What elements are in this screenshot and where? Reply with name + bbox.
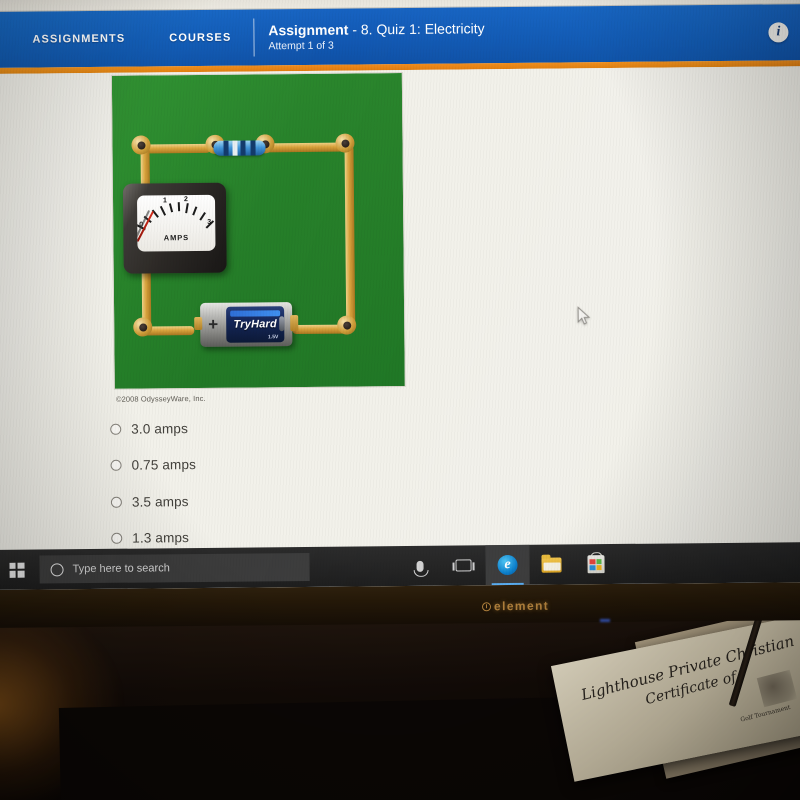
task-view-icon[interactable] [441,545,485,585]
nav-item-assignments[interactable]: ASSIGNMENTS [10,10,147,67]
mouse-cursor-icon [577,306,591,325]
answer-options-list: 3.0 amps 0.75 amps 3.5 amps 1.3 amps [110,407,531,557]
edge-browser-icon[interactable]: e [485,544,530,586]
terminal-node [131,135,151,155]
assignment-title-block: Assignment - 8. Quiz 1: Electricity Atte… [254,5,769,66]
search-placeholder: Type here to search [72,562,170,576]
assignment-title-bold: Assignment [268,21,349,39]
battery: + TryHard 1.5V [194,302,299,347]
file-explorer-icon[interactable] [529,544,573,584]
wire-segment [344,145,356,328]
answer-option-label: 3.5 amps [131,493,189,510]
ammeter-tick-2: 2 [183,196,188,204]
answer-option-label: 1.3 amps [132,530,190,546]
battery-stripe [230,310,281,317]
radio-button-icon[interactable] [110,423,122,435]
battery-plus-sign: + [208,314,219,334]
monitor-screen: …/student/assignment/index?erI=610509562… [0,0,800,590]
certificate-seal-icon [756,669,798,708]
assignment-title: Assignment - 8. Quiz 1: Electricity [268,17,768,38]
windows-taskbar: Type here to search e [0,542,800,590]
photo-of-monitor: Lighthouse Private Christian Certificate… [0,0,800,800]
cortana-circle-icon[interactable] [50,562,64,576]
terminal-node [335,133,355,153]
battery-terminal-negative [290,315,299,332]
image-copyright: ©2008 OdysseyWare, Inc. [115,393,206,404]
question-circuit-image: 0 1 2 3 AMPS + TryH [110,72,406,390]
ammeter-face: 0 1 2 3 AMPS [136,194,216,252]
taskbar-icon-group: e [397,544,617,586]
wire-segment [140,143,211,154]
radio-button-icon[interactable] [110,459,122,472]
app-header: ASSIGNMENTS COURSES Assignment - 8. Quiz… [0,4,800,68]
attempt-label: Attempt 1 of 3 [268,39,334,53]
terminal-node [133,317,153,337]
battery-brand-label: TryHard [233,318,277,331]
power-led-indicator [600,619,610,622]
battery-voltage-label: 1.5V [268,334,279,341]
answer-option-label: 0.75 amps [131,457,197,473]
nav-item-courses[interactable]: COURSES [147,9,254,66]
element-logo-icon [481,601,492,611]
answer-option-3[interactable]: 3.5 amps [110,480,531,521]
monitor-brand-label: element [493,598,550,614]
start-button[interactable] [0,550,40,590]
resistor-icon [213,140,266,156]
microsoft-store-icon[interactable] [573,544,617,584]
ammeter-unit-label: AMPS [163,233,190,243]
terminal-node [337,315,357,335]
info-icon[interactable]: i [768,22,789,43]
search-input[interactable]: Type here to search [39,552,310,584]
battery-terminal-positive [194,316,203,331]
edge-glyph: e [497,554,518,576]
answer-option-1[interactable]: 3.0 amps [110,407,530,448]
windows-logo-icon [8,562,25,578]
ammeter: 0 1 2 3 AMPS [122,182,227,274]
ammeter-tick-3: 3 [207,218,212,226]
header-nav: ASSIGNMENTS COURSES [0,9,254,68]
ammeter-tick-1: 1 [162,197,167,205]
battery-label-panel: TryHard 1.5V [226,306,285,343]
quiz-page-body: 0 1 2 3 AMPS + TryH [0,66,800,590]
monitor-brand: element [481,598,550,614]
answer-option-label: 3.0 amps [131,420,189,437]
radio-button-icon[interactable] [110,496,122,508]
battery-negative-contact [279,316,285,332]
answer-option-2[interactable]: 0.75 amps [110,443,530,484]
assignment-title-rest: - 8. Quiz 1: Electricity [348,20,485,38]
microphone-icon[interactable] [397,546,441,586]
radio-button-icon[interactable] [111,532,123,545]
